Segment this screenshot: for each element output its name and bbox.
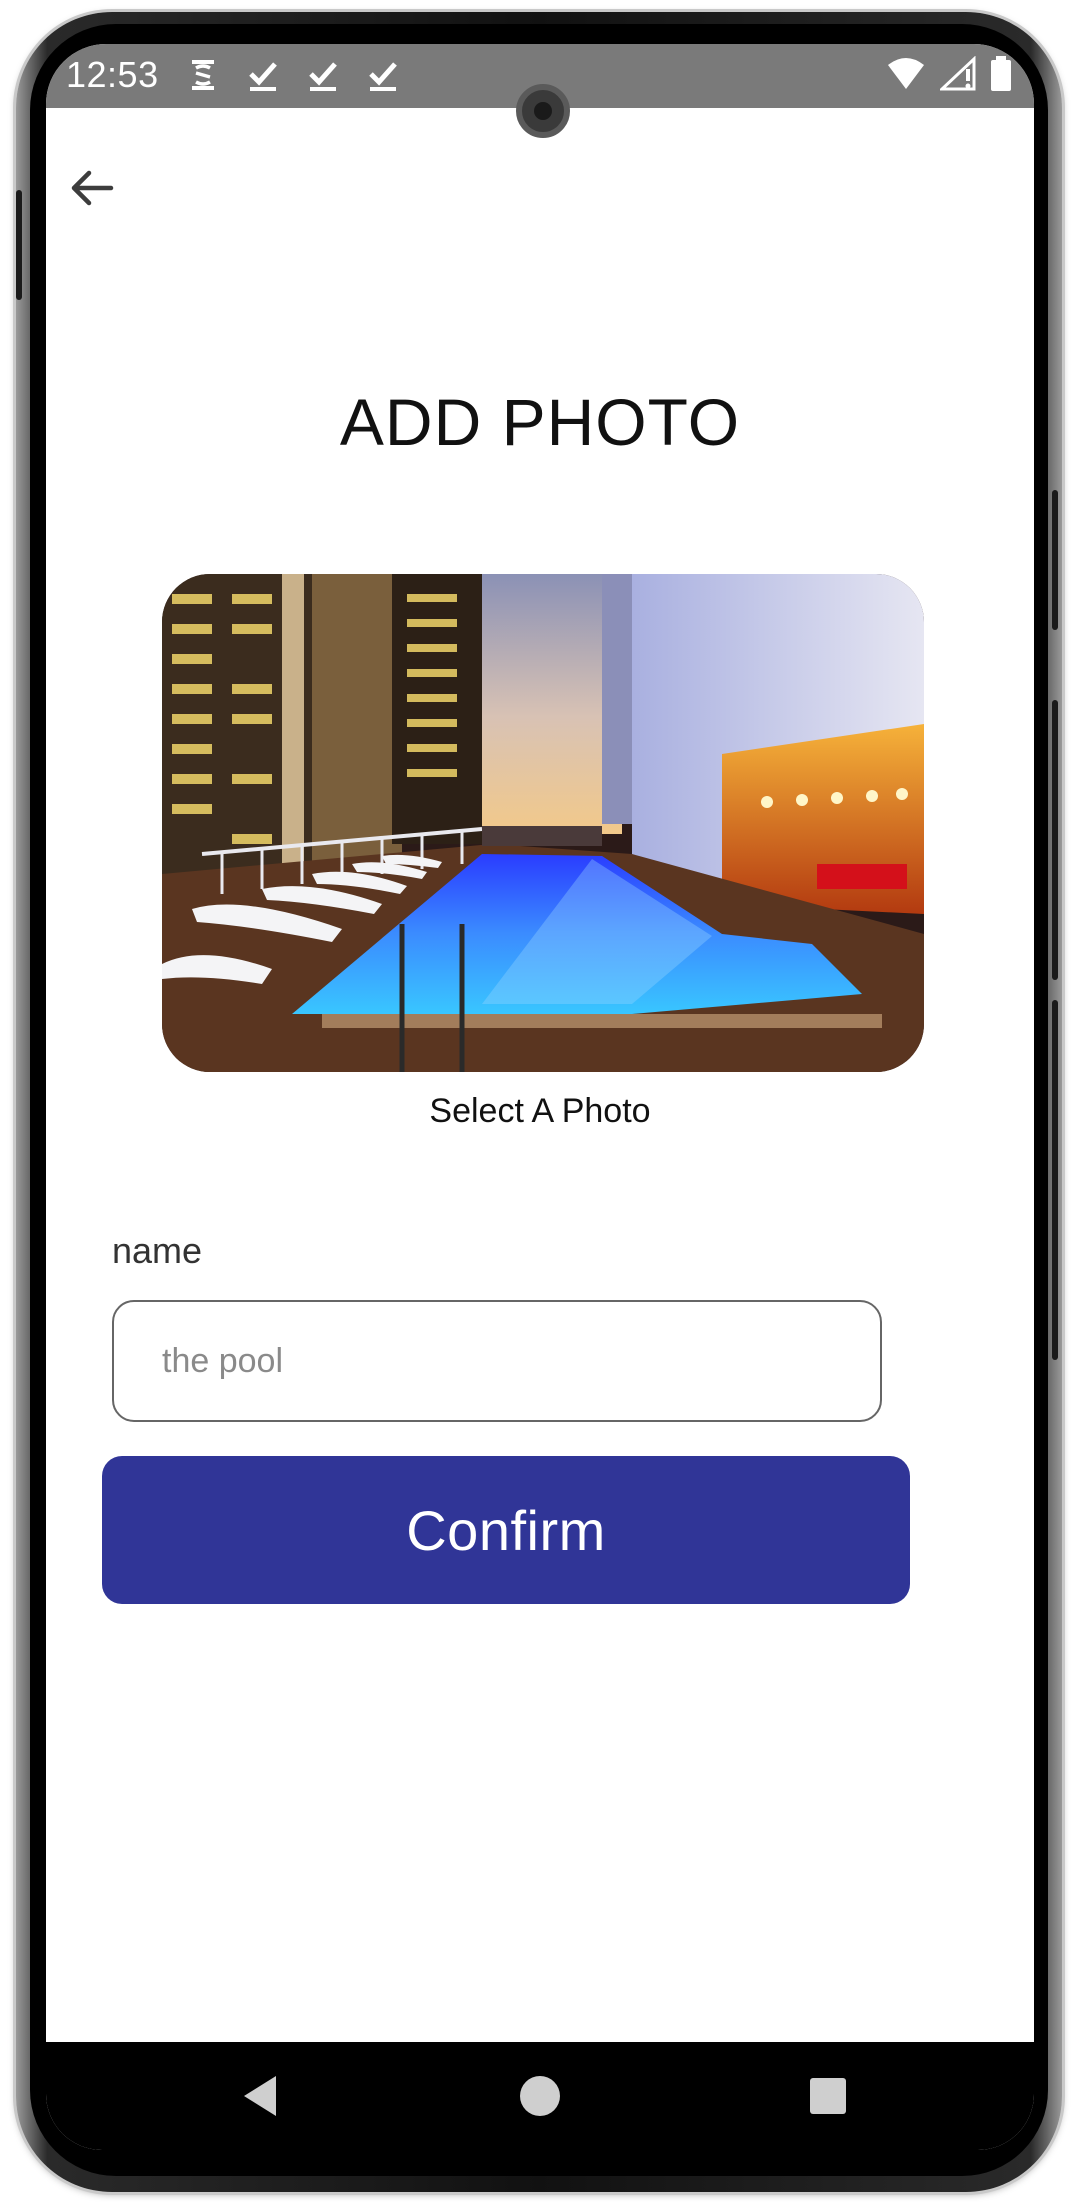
pool-photo-image: [162, 574, 924, 1072]
status-time: 12:53: [66, 54, 159, 95]
status-bar: 12:53: [46, 44, 1034, 138]
check-icon: [369, 62, 397, 91]
phone-left-button: [16, 190, 22, 300]
name-field-label: name: [112, 1230, 203, 1271]
arrow-left-icon: [71, 170, 114, 206]
nav-back-icon: [244, 2076, 276, 2116]
status-system-icons: [886, 56, 1012, 92]
status-notification-icons: [186, 56, 400, 94]
wifi-icon: [888, 58, 924, 89]
sync-icon: [192, 60, 214, 90]
check-icon: [249, 62, 277, 91]
page-title: ADD PHOTO: [339, 385, 741, 459]
nav-recents-icon: [810, 2078, 846, 2114]
app-screen: 12:53 ADD PHOTO Select A Photo name the …: [46, 44, 1034, 2150]
select-photo-label[interactable]: Select A Photo: [46, 1092, 1034, 1131]
phone-side-button-2: [1052, 1000, 1058, 1360]
nav-home-icon: [520, 2076, 560, 2116]
battery-icon: [991, 56, 1011, 91]
phone-volume-button: [1052, 700, 1058, 980]
confirm-button[interactable]: Confirm: [102, 1456, 910, 1604]
system-nav-bar: [46, 2042, 1034, 2150]
name-input[interactable]: [112, 1300, 882, 1422]
nav-home-button[interactable]: [514, 2070, 566, 2122]
nav-recents-button[interactable]: [802, 2070, 854, 2122]
selected-photo[interactable]: [162, 574, 924, 1072]
back-button[interactable]: [56, 152, 128, 224]
front-camera: [516, 84, 570, 138]
check-icon: [309, 62, 337, 91]
phone-side-button: [1052, 490, 1058, 630]
nav-back-button[interactable]: [234, 2070, 286, 2122]
signal-icon: [940, 56, 976, 91]
